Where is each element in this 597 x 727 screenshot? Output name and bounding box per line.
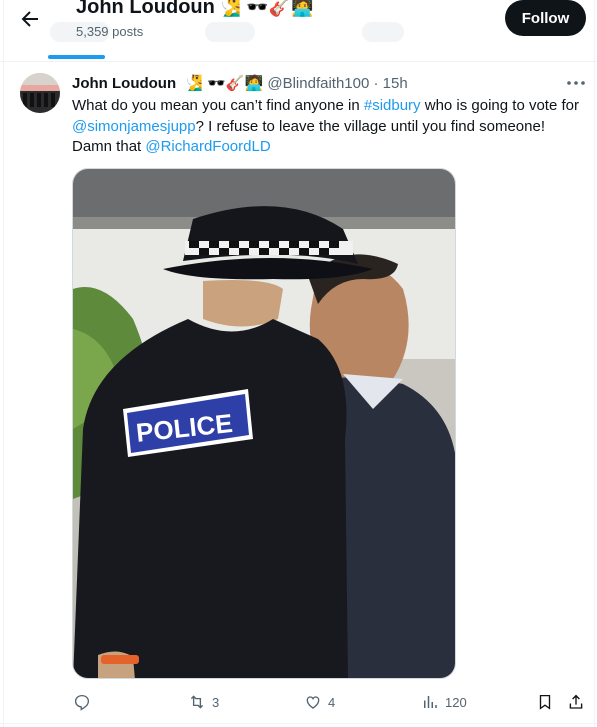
tweet-photo[interactable]: POLICE xyxy=(72,168,456,679)
share-icon xyxy=(569,694,583,709)
back-button[interactable] xyxy=(18,7,42,31)
follow-button[interactable]: Follow xyxy=(505,0,586,36)
retweet-button[interactable]: 3 xyxy=(188,692,219,712)
profile-header: John Loudoun 🧏‍♂️ 🕶️🎸🧑‍💻 5,359 posts Foll… xyxy=(0,0,597,62)
back-arrow-icon xyxy=(21,11,38,27)
more-button[interactable] xyxy=(565,75,587,91)
retweet-icon xyxy=(190,695,204,709)
divider xyxy=(0,723,597,724)
tweet-author-handle[interactable]: @Blindfaith100 xyxy=(267,75,369,92)
reply-icon xyxy=(74,694,90,711)
like-icon xyxy=(306,696,320,709)
post-count: 5,359 posts xyxy=(76,24,144,39)
tweet-text-part: What do you mean you can’t find anyone i… xyxy=(72,97,364,114)
more-icon xyxy=(567,81,585,85)
separator: · xyxy=(373,75,379,92)
tweet-header: John Loudoun 🧏‍♂️ 🕶️🎸🧑‍💻 @Blindfaith100 … xyxy=(72,74,408,92)
tab-placeholder xyxy=(205,22,255,42)
profile-emojis: 🧏‍♂️ 🕶️🎸🧑‍💻 xyxy=(218,0,314,17)
tab-placeholder xyxy=(362,22,404,42)
views-count: 120 xyxy=(445,694,467,710)
mention-link[interactable]: @RichardFoordLD xyxy=(145,138,270,155)
profile-name: John Loudoun xyxy=(76,0,215,18)
mention-link[interactable]: @simonjamesjupp xyxy=(72,118,196,135)
avatar-image xyxy=(20,73,60,113)
divider xyxy=(0,61,597,62)
tweet-time[interactable]: 15h xyxy=(383,75,408,92)
retweet-count: 3 xyxy=(212,694,220,710)
views-icon xyxy=(424,696,437,708)
tweet-author-name[interactable]: John Loudoun xyxy=(72,75,176,92)
bookmark-button[interactable] xyxy=(536,692,554,712)
tweet-text-part: who is going to vote for xyxy=(420,97,579,114)
tweet-author-emojis: 🧏‍♂️ 🕶️🎸🧑‍💻 xyxy=(184,75,264,92)
like-count: 4 xyxy=(328,694,336,710)
hashtag-link[interactable]: #sidbury xyxy=(364,97,421,114)
bookmark-icon xyxy=(539,694,551,710)
profile-title: John Loudoun 🧏‍♂️ 🕶️🎸🧑‍💻 xyxy=(76,0,314,19)
views-button[interactable]: 120 xyxy=(421,692,467,712)
reply-button[interactable] xyxy=(73,692,97,712)
avatar[interactable] xyxy=(20,73,60,113)
photo-image: POLICE xyxy=(73,169,455,678)
like-button[interactable]: 4 xyxy=(304,692,335,712)
tweet-text: What do you mean you can’t find anyone i… xyxy=(72,96,587,158)
active-tab-indicator xyxy=(48,55,105,59)
share-button[interactable] xyxy=(567,692,585,712)
